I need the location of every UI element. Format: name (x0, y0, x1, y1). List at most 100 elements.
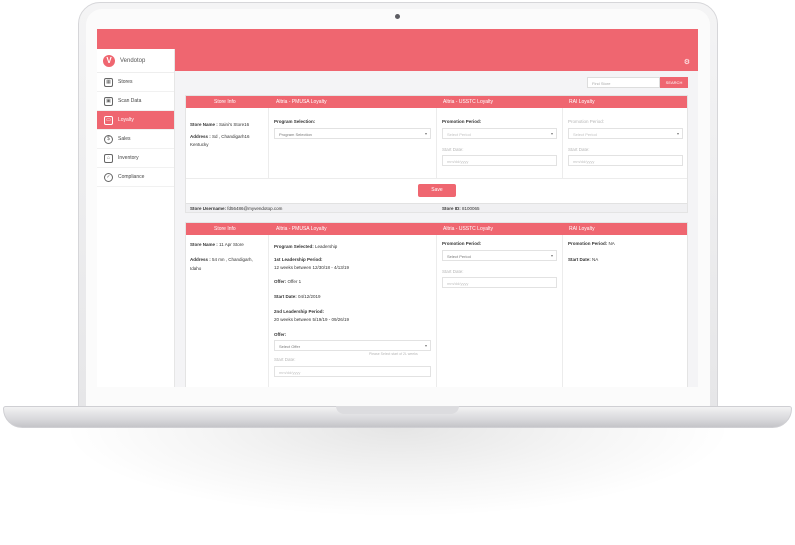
program-selection-value: Program Selection (279, 132, 312, 137)
usstc-start-label: Start Date: (442, 147, 464, 152)
footer-username-label: Store Username: (190, 206, 227, 211)
usstc-period-dropdown[interactable]: Select Period ▾ (442, 128, 557, 139)
offer-label: Offer: (274, 279, 287, 284)
store-name-value: 11 Apr Store (219, 242, 244, 247)
chevron-down-icon: ▾ (550, 131, 553, 136)
chevron-down-icon: ▾ (550, 253, 553, 258)
store-card: Store Info Altria - PMUSA Loyalty Altria… (185, 222, 688, 387)
rai-column: Promotion Period: NA Start Date: NA (563, 235, 689, 387)
sidebar-item-label: Scan Data (118, 98, 142, 104)
pmusa-column: Program Selected: Leadership 1st Leaders… (269, 235, 437, 387)
laptop-mockup: ⚙ V Vendotop ▦ Stores ▣ Scan Data ▭ Loya… (0, 0, 795, 545)
header-store-info: Store Info (214, 99, 236, 105)
address-value: 54 mn , Chandigarh, (212, 257, 253, 262)
program-selected-label: Program Selected: (274, 244, 314, 249)
usstc-period-value: Select Period (447, 132, 471, 137)
scan-icon: ▣ (104, 96, 113, 106)
start-date-2-input[interactable]: mm/dd/yyyy (274, 366, 431, 377)
sidebar-item-label: Stores (118, 79, 133, 85)
header-rai: RAI Loyalty (569, 226, 595, 232)
card-icon: ▭ (104, 115, 113, 125)
save-button[interactable]: Save (418, 184, 456, 197)
address-line2: Idaho (190, 266, 202, 271)
rai-period-value: NA (608, 241, 615, 246)
usstc-period-dropdown[interactable]: Select Period ▾ (442, 250, 557, 261)
chevron-down-icon: ▾ (424, 131, 427, 136)
promotion-period-label: Promotion Period: (442, 241, 482, 246)
address-label: Address : (190, 134, 211, 139)
promotion-period-label: Promotion Period: (442, 119, 482, 124)
start-date-2-label: Start Date: (274, 357, 296, 362)
store-card: Store Info Altria - PMUSA Loyalty Altria… (185, 95, 688, 213)
sidebar-item-sales[interactable]: $ Sales (97, 130, 174, 149)
footer-store-id-label: Store ID: (442, 206, 461, 211)
rai-period-value: Select Period (573, 132, 597, 137)
divider (186, 178, 687, 179)
leadership-period-2-label: 2nd Leadership Period: (274, 309, 325, 314)
leadership-period-1-value: 12 weeks between 12/30/18 - 4/13/19 (274, 265, 350, 270)
store-info-column: Store Name : Saini's Store16 Address : S… (186, 108, 269, 178)
leadership-period-2-value: 20 weeks between 5/19/19 - 09/26/19 (274, 317, 350, 322)
usstc-period-value: Select Period (447, 254, 471, 259)
sidebar-item-loyalty[interactable]: ▭ Loyalty (97, 111, 174, 130)
usstc-start-input[interactable]: mm/dd/yyyy (442, 277, 557, 288)
store-info-column: Store Name : 11 Apr Store Address : 54 m… (186, 235, 269, 387)
usstc-start-input[interactable]: mm/dd/yyyy (442, 155, 557, 166)
card-footer: Store Username: fd56486@myvendotop.com S… (186, 203, 687, 212)
vendotop-logo-icon: V (103, 54, 115, 67)
offer-dropdown-value: Select Offer (279, 344, 301, 349)
search-input[interactable]: Find Store (587, 77, 660, 88)
offer-value: Offer 1 (287, 279, 302, 284)
footer-store-id-value: 8100065 (462, 206, 480, 211)
chevron-down-icon: ▾ (424, 343, 427, 348)
usstc-column: Promotion Period: Select Period ▾ Start … (437, 108, 563, 178)
top-bar: ⚙ (97, 29, 698, 71)
laptop-notch (336, 406, 459, 414)
store-icon: ▦ (104, 77, 113, 87)
start-date-value: 04/12/2019 (298, 294, 321, 299)
logo[interactable]: V Vendotop (97, 49, 174, 73)
footer-username-value: fd56486@myvendotop.com (227, 206, 283, 211)
sidebar: V Vendotop ▦ Stores ▣ Scan Data ▭ Loyalt… (97, 49, 175, 387)
laptop-shadow (60, 428, 735, 518)
box-icon: ⌂ (104, 153, 113, 163)
address-value: Sd , Chandigarh16 (212, 134, 250, 139)
sidebar-item-scan-data[interactable]: ▣ Scan Data (97, 92, 174, 111)
rai-start-input[interactable]: mm/dd/yyyy (568, 155, 683, 166)
rai-period-label: Promotion Period: (568, 119, 605, 124)
address-label: Address : (190, 257, 211, 262)
sidebar-item-label: Loyalty (118, 117, 134, 123)
brand-name: Vendotop (120, 57, 146, 64)
sidebar-item-inventory[interactable]: ⌂ Inventory (97, 149, 174, 168)
header-usstc: Altria - USSTC Loyalty (443, 99, 494, 105)
rai-period-dropdown[interactable]: Select Period ▾ (568, 128, 683, 139)
start-date-label: Start Date: (274, 294, 297, 299)
check-icon: ✓ (104, 172, 113, 182)
address-line2: Kentucky (190, 142, 209, 147)
rai-start-value: NA (592, 257, 599, 262)
header-pmusa: Altria - PMUSA Loyalty (276, 99, 327, 105)
store-name-value: Saini's Store16 (219, 122, 250, 127)
header-store-info: Store Info (214, 226, 236, 232)
offer-hint: Please Select start of 2L weeks (369, 352, 418, 356)
usstc-column: Promotion Period: Select Period ▾ Start … (437, 235, 563, 387)
camera-dot (395, 14, 400, 19)
header-rai: RAI Loyalty (569, 99, 595, 105)
pmusa-column: Program Selection: Program Selection ▾ (269, 108, 437, 178)
sidebar-item-compliance[interactable]: ✓ Compliance (97, 168, 174, 187)
chevron-down-icon: ▾ (676, 131, 679, 136)
store-name-label: Store Name : (190, 242, 218, 247)
sidebar-item-stores[interactable]: ▦ Stores (97, 73, 174, 92)
leadership-period-1-label: 1st Leadership Period: (274, 257, 323, 262)
search-button[interactable]: SEARCH (660, 77, 688, 88)
dollar-icon: $ (104, 134, 113, 144)
app-screen: ⚙ V Vendotop ▦ Stores ▣ Scan Data ▭ Loya… (97, 29, 698, 387)
settings-icon[interactable]: ⚙ (684, 58, 690, 66)
sidebar-item-label: Inventory (118, 155, 139, 161)
sidebar-item-label: Compliance (118, 174, 145, 180)
offer-dropdown[interactable]: Select Offer ▾ (274, 340, 431, 351)
rai-start-label: Start Date: (568, 257, 591, 262)
rai-period-label: Promotion Period: (568, 241, 608, 246)
card-header: Store Info Altria - PMUSA Loyalty Altria… (186, 223, 687, 235)
program-selection-dropdown[interactable]: Program Selection ▾ (274, 128, 431, 139)
